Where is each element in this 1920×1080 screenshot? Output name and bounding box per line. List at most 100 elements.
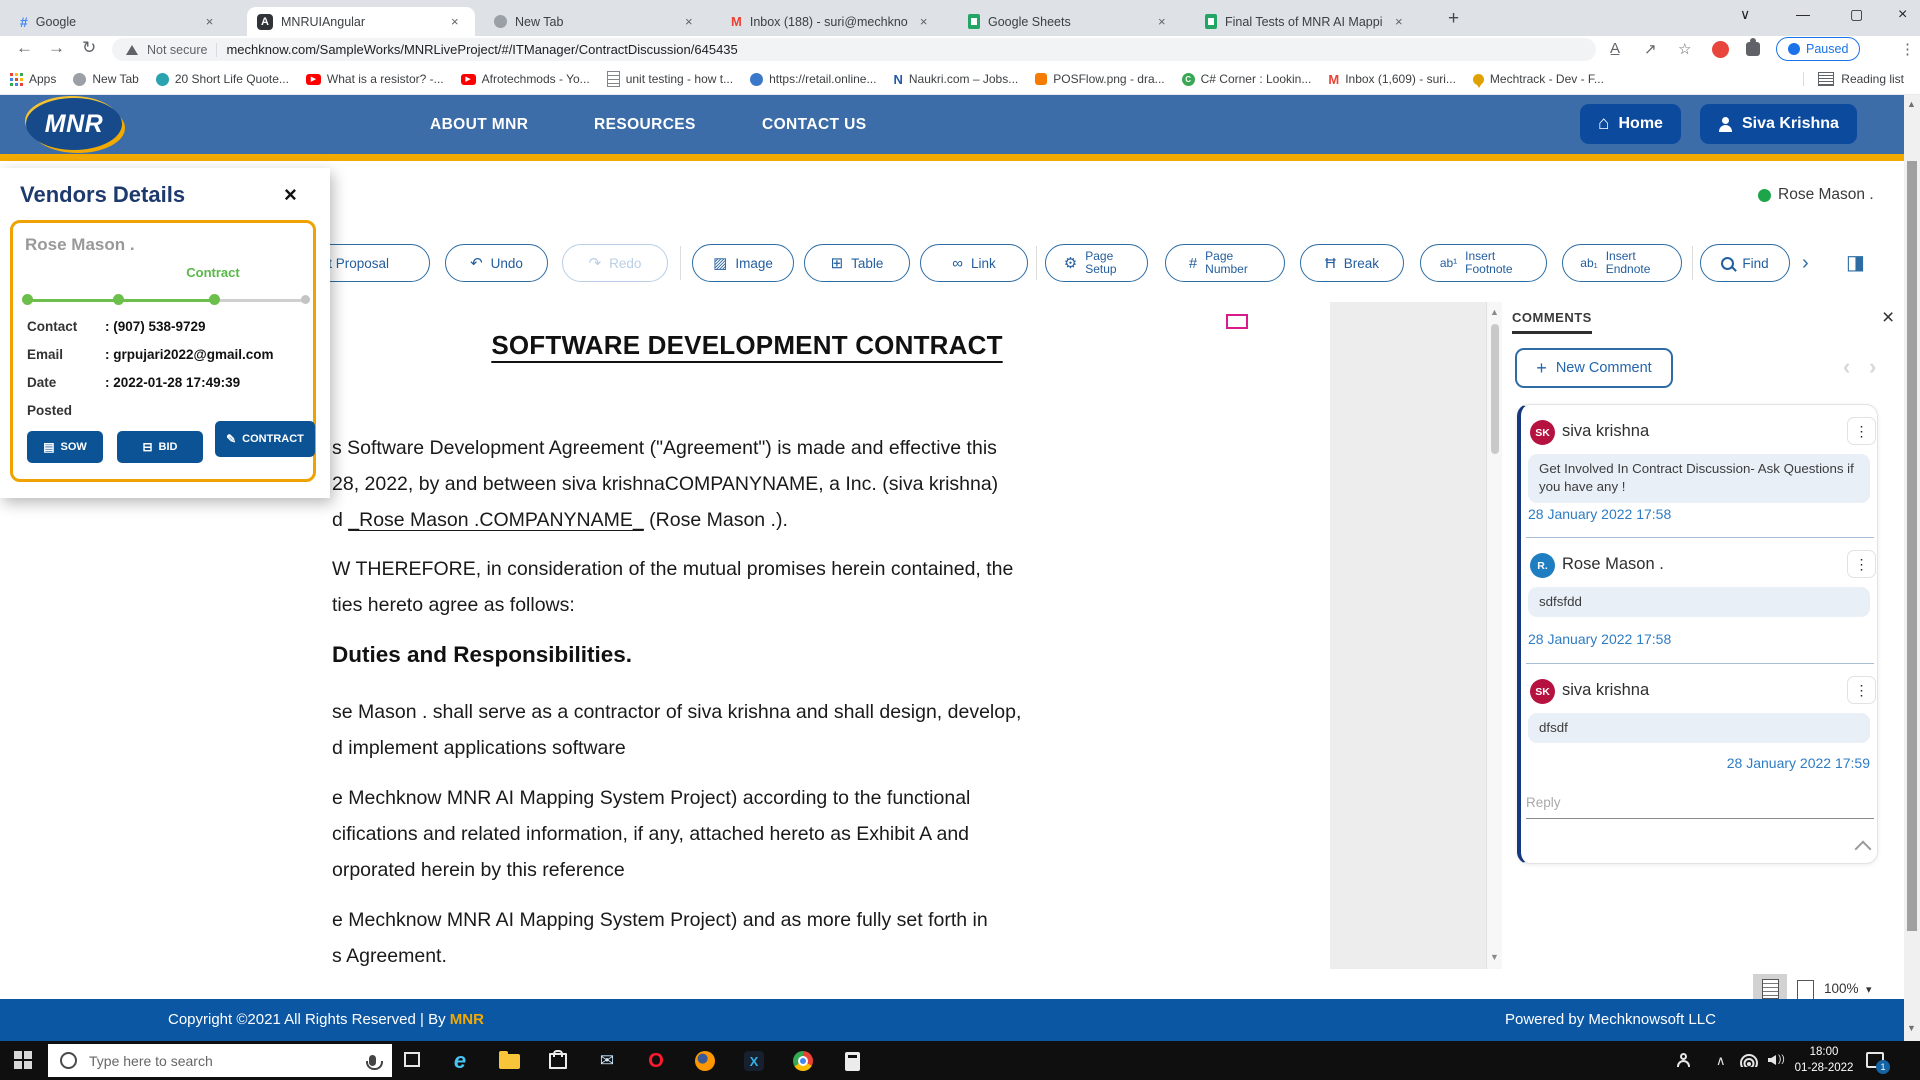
search-input[interactable] bbox=[87, 1052, 359, 1070]
user-button[interactable]: Siva Krishna bbox=[1700, 104, 1857, 144]
page-scrollbar[interactable]: ▲ ▼ bbox=[1904, 95, 1920, 1041]
toolbar-page-setup-button[interactable]: ⚙ Page Setup bbox=[1045, 244, 1148, 282]
tab-google[interactable]: # Google × bbox=[10, 7, 238, 36]
tab-inbox[interactable]: M Inbox (188) - suri@mechknowso × bbox=[721, 7, 949, 36]
nav-link-resources[interactable]: RESOURCES bbox=[594, 116, 696, 134]
bid-button[interactable]: ⊟ BID bbox=[117, 431, 203, 463]
scroll-down-icon[interactable]: ▼ bbox=[1490, 952, 1499, 962]
comments-close-icon[interactable]: × bbox=[1882, 306, 1894, 330]
bookmark-apps[interactable]: Apps bbox=[10, 72, 56, 86]
bookmark-quotes[interactable]: 20 Short Life Quote... bbox=[156, 72, 289, 86]
browser-menu-icon[interactable]: ⋮ bbox=[1900, 40, 1915, 58]
window-minimize-icon[interactable]: — bbox=[1796, 6, 1810, 22]
translate-icon[interactable]: A̲ bbox=[1610, 40, 1620, 57]
paused-sync-badge[interactable]: Paused bbox=[1776, 37, 1860, 61]
share-icon[interactable]: ↗ bbox=[1644, 40, 1657, 58]
tab-close-icon[interactable]: × bbox=[1154, 14, 1166, 29]
zoom-level[interactable]: 100% bbox=[1824, 981, 1859, 996]
bookmark-naukri[interactable]: NNaukri.com – Jobs... bbox=[893, 72, 1018, 87]
document-scrollbar[interactable]: ▲ ▼ bbox=[1486, 302, 1502, 969]
toolbar-insert-footnote-button[interactable]: ab¹ Insert Footnote bbox=[1420, 244, 1547, 282]
comment-anchor-marker[interactable] bbox=[1226, 314, 1248, 329]
nav-link-about[interactable]: ABOUT MNR bbox=[430, 116, 528, 134]
footer-brand-link[interactable]: MNR bbox=[450, 1011, 484, 1028]
toolbar-overflow-icon[interactable]: › bbox=[1802, 252, 1809, 275]
collapse-thread-icon[interactable] bbox=[1855, 841, 1872, 858]
microphone-icon[interactable] bbox=[369, 1055, 376, 1066]
bookmark-unit-testing[interactable]: unit testing - how t... bbox=[607, 71, 733, 87]
contract-button[interactable]: ✎ CONTRACT bbox=[215, 421, 315, 457]
comment-menu-button[interactable]: ⋮ bbox=[1847, 676, 1876, 704]
window-close-icon[interactable]: × bbox=[1898, 6, 1907, 24]
not-secure-warning-icon[interactable] bbox=[126, 45, 138, 55]
window-menu-icon[interactable]: ∨ bbox=[1740, 6, 1750, 23]
bookmark-star-icon[interactable]: ☆ bbox=[1678, 40, 1691, 58]
store-icon[interactable] bbox=[546, 1049, 570, 1073]
tab-mnruiangular[interactable]: A MNRUIAngular × bbox=[247, 7, 475, 36]
toolbar-find-button[interactable]: Find bbox=[1700, 244, 1790, 282]
toolbar-table-button[interactable]: ⊞ Table bbox=[804, 244, 910, 282]
new-comment-button[interactable]: + New Comment bbox=[1515, 348, 1673, 388]
people-icon[interactable] bbox=[1676, 1053, 1691, 1068]
tab-close-icon[interactable]: × bbox=[681, 14, 693, 29]
toolbar-link-button[interactable]: ∞ Link bbox=[920, 244, 1028, 282]
reading-list-button[interactable]: Reading list bbox=[1803, 72, 1910, 86]
mnr-logo[interactable]: MNR bbox=[26, 98, 122, 150]
volume-icon[interactable] bbox=[1768, 1055, 1776, 1065]
design-app-icon[interactable]: X bbox=[742, 1049, 766, 1073]
extensions-puzzle-icon[interactable] bbox=[1746, 42, 1760, 56]
tab-close-icon[interactable]: × bbox=[1391, 14, 1403, 29]
extension-icon-red[interactable] bbox=[1712, 41, 1729, 58]
scroll-down-icon[interactable]: ▼ bbox=[1907, 1023, 1916, 1033]
vendors-panel-close-icon[interactable]: × bbox=[284, 182, 297, 208]
forward-icon[interactable]: → bbox=[48, 38, 65, 58]
calculator-icon[interactable] bbox=[840, 1049, 864, 1073]
toolbar-break-button[interactable]: Ħ Break bbox=[1300, 244, 1404, 282]
sow-button[interactable]: ▤ SOW bbox=[27, 431, 103, 463]
task-view-icon[interactable] bbox=[404, 1052, 420, 1067]
bookmark-mechtrack[interactable]: Mechtrack - Dev - F... bbox=[1473, 72, 1604, 86]
window-restore-icon[interactable]: ▢ bbox=[1850, 6, 1863, 23]
tab-close-icon[interactable]: × bbox=[202, 14, 214, 29]
bookmark-inbox[interactable]: MInbox (1,609) - suri... bbox=[1328, 72, 1456, 87]
chrome-icon[interactable] bbox=[791, 1049, 815, 1073]
tab-final-tests[interactable]: Final Tests of MNR AI Mapping S × bbox=[1195, 7, 1432, 36]
file-explorer-icon[interactable] bbox=[497, 1049, 521, 1073]
tray-expand-icon[interactable]: ∧ bbox=[1716, 1053, 1726, 1069]
nav-link-contact[interactable]: CONTACT US bbox=[762, 116, 866, 134]
tab-new-tab[interactable]: New Tab × bbox=[484, 7, 712, 36]
start-button[interactable] bbox=[14, 1051, 32, 1069]
opera-icon[interactable]: O bbox=[644, 1049, 668, 1073]
toolbar-image-button[interactable]: ▨ Image bbox=[692, 244, 794, 282]
home-button[interactable]: ⌂ Home bbox=[1580, 104, 1681, 144]
url-text[interactable]: mechknow.com/SampleWorks/MNRLiveProject/… bbox=[226, 42, 737, 57]
bookmark-posflow[interactable]: POSFlow.png - dra... bbox=[1035, 72, 1164, 86]
scroll-up-icon[interactable]: ▲ bbox=[1907, 99, 1916, 109]
edge-icon[interactable]: e bbox=[448, 1049, 472, 1073]
toolbar-redo-button[interactable]: ↷ Redo bbox=[562, 244, 668, 282]
bookmark-retail-online[interactable]: https://retail.online... bbox=[750, 72, 876, 86]
tab-google-sheets[interactable]: Google Sheets × bbox=[958, 7, 1186, 36]
mail-icon[interactable]: ✉ bbox=[595, 1049, 619, 1073]
taskbar-search[interactable] bbox=[48, 1044, 392, 1077]
tab-close-icon[interactable]: × bbox=[447, 14, 459, 29]
bookmark-new-tab[interactable]: New Tab bbox=[73, 72, 138, 86]
comment-menu-button[interactable]: ⋮ bbox=[1847, 417, 1876, 445]
bookmark-csharp-corner[interactable]: CC# Corner : Lookin... bbox=[1182, 72, 1312, 86]
toolbar-insert-endnote-button[interactable]: ab₁ Insert Endnote bbox=[1562, 244, 1682, 282]
new-tab-button[interactable]: + bbox=[1448, 8, 1459, 30]
reload-icon[interactable]: ↻ bbox=[82, 38, 96, 58]
tab-close-icon[interactable]: × bbox=[916, 14, 928, 29]
comment-menu-button[interactable]: ⋮ bbox=[1847, 550, 1876, 578]
prev-comment-icon[interactable]: ‹ bbox=[1843, 354, 1850, 380]
omnibox[interactable]: Not secure mechknow.com/SampleWorks/MNRL… bbox=[112, 38, 1596, 61]
reply-input[interactable] bbox=[1526, 791, 1874, 819]
scroll-up-icon[interactable]: ▲ bbox=[1490, 307, 1499, 317]
firefox-icon[interactable] bbox=[693, 1049, 717, 1073]
toolbar-page-number-button[interactable]: # Page Number bbox=[1165, 244, 1285, 282]
bookmark-afrotechmods[interactable]: ▶Afrotechmods - Yo... bbox=[461, 72, 590, 86]
next-comment-icon[interactable]: › bbox=[1869, 354, 1876, 380]
zoom-dropdown-icon[interactable]: ▾ bbox=[1866, 983, 1872, 996]
taskbar-clock[interactable]: 18:00 01-28-2022 bbox=[1792, 1045, 1856, 1076]
scrollbar-thumb[interactable] bbox=[1907, 161, 1917, 931]
